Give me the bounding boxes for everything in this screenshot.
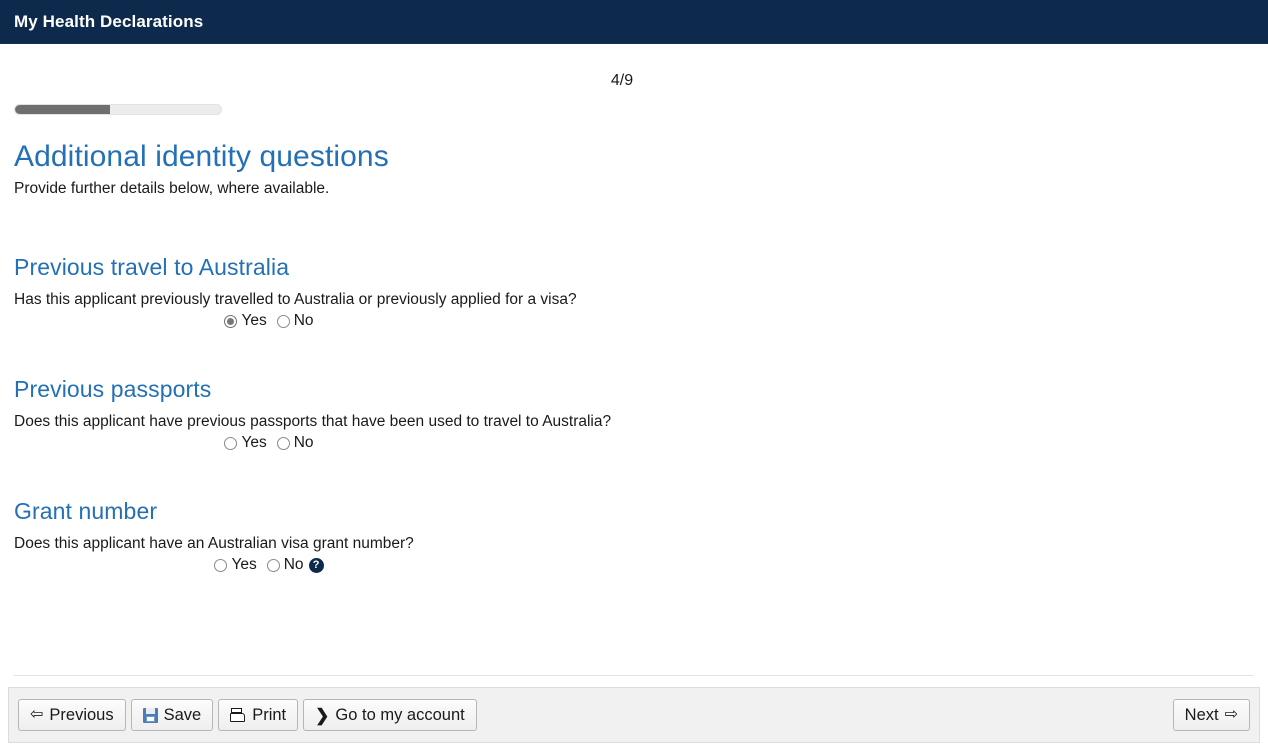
save-button[interactable]: Save: [130, 699, 214, 731]
progress-row: 4/9: [0, 44, 1268, 116]
previous-button-label: Previous: [49, 705, 114, 724]
radio-option-no[interactable]: No: [276, 312, 314, 330]
radio-group-grant-number: Yes No ?: [14, 556, 1254, 574]
radio-group-previous-passports: Yes No: [14, 434, 1254, 452]
radio-yes-label: Yes: [231, 556, 257, 573]
radio-no-icon[interactable]: [266, 558, 280, 572]
radio-yes-icon[interactable]: [224, 436, 238, 450]
step-counter: 4/9: [610, 72, 634, 89]
go-to-my-account-button[interactable]: ❯ Go to my account: [303, 699, 477, 731]
progress-bar: [14, 104, 222, 115]
radio-option-no[interactable]: No: [276, 434, 314, 452]
print-button-label: Print: [252, 705, 287, 724]
section-title: Grant number: [14, 498, 158, 524]
app-title: My Health Declarations: [14, 11, 204, 31]
section-previous-travel: Previous travel to Australia Has this ap…: [14, 254, 1254, 330]
arrow-left-icon: ⇦: [30, 706, 44, 723]
question-text: Has this applicant previously travelled …: [14, 291, 577, 308]
radio-no-icon[interactable]: [276, 436, 290, 450]
radio-yes-icon[interactable]: [214, 558, 228, 572]
progress-bar-fill: [15, 105, 110, 114]
radio-no-label: No: [293, 312, 314, 329]
arrow-right-icon: ⇨: [1224, 706, 1238, 723]
radio-option-yes[interactable]: Yes: [224, 312, 267, 330]
footer-divider: [14, 675, 1254, 676]
app-header: My Health Declarations: [0, 0, 1268, 44]
print-button[interactable]: Print: [218, 699, 299, 731]
radio-no-label: No: [283, 556, 304, 573]
next-button-label: Next: [1184, 705, 1219, 724]
printer-icon: [230, 707, 246, 723]
go-to-my-account-label: Go to my account: [335, 705, 465, 724]
chevron-right-icon: ❯: [315, 705, 330, 725]
toolbar-right-group: Next ⇨: [1172, 699, 1250, 731]
next-button[interactable]: Next ⇨: [1172, 699, 1250, 731]
radio-yes-label: Yes: [241, 434, 267, 451]
section-title: Previous passports: [14, 376, 212, 402]
radio-group-previous-travel: Yes No: [14, 312, 1254, 330]
radio-option-no[interactable]: No: [266, 556, 304, 574]
page-subtitle: Provide further details below, where ava…: [14, 180, 330, 197]
footer-toolbar: ⇦ Previous Save Print ❯ Go to my account…: [8, 687, 1260, 743]
section-previous-passports: Previous passports Does this applicant h…: [14, 376, 1254, 452]
section-grant-number: Grant number Does this applicant have an…: [14, 498, 1254, 574]
radio-no-label: No: [293, 434, 314, 451]
save-button-label: Save: [163, 705, 202, 724]
page-content: Additional identity questions Provide fu…: [0, 140, 1268, 574]
toolbar-left-group: ⇦ Previous Save Print ❯ Go to my account: [18, 699, 477, 731]
page-title: Additional identity questions: [14, 140, 389, 173]
question-text: Does this applicant have an Australian v…: [14, 535, 414, 552]
previous-button[interactable]: ⇦ Previous: [18, 699, 126, 731]
radio-option-yes[interactable]: Yes: [224, 434, 267, 452]
radio-option-yes[interactable]: Yes: [214, 556, 257, 574]
question-text: Does this applicant have previous passpo…: [14, 413, 612, 430]
radio-yes-label: Yes: [241, 312, 267, 329]
radio-yes-icon[interactable]: [224, 314, 238, 328]
help-circle-icon[interactable]: ?: [308, 557, 324, 573]
radio-no-icon[interactable]: [276, 314, 290, 328]
section-title: Previous travel to Australia: [14, 254, 290, 280]
floppy-disk-icon: [142, 707, 158, 723]
